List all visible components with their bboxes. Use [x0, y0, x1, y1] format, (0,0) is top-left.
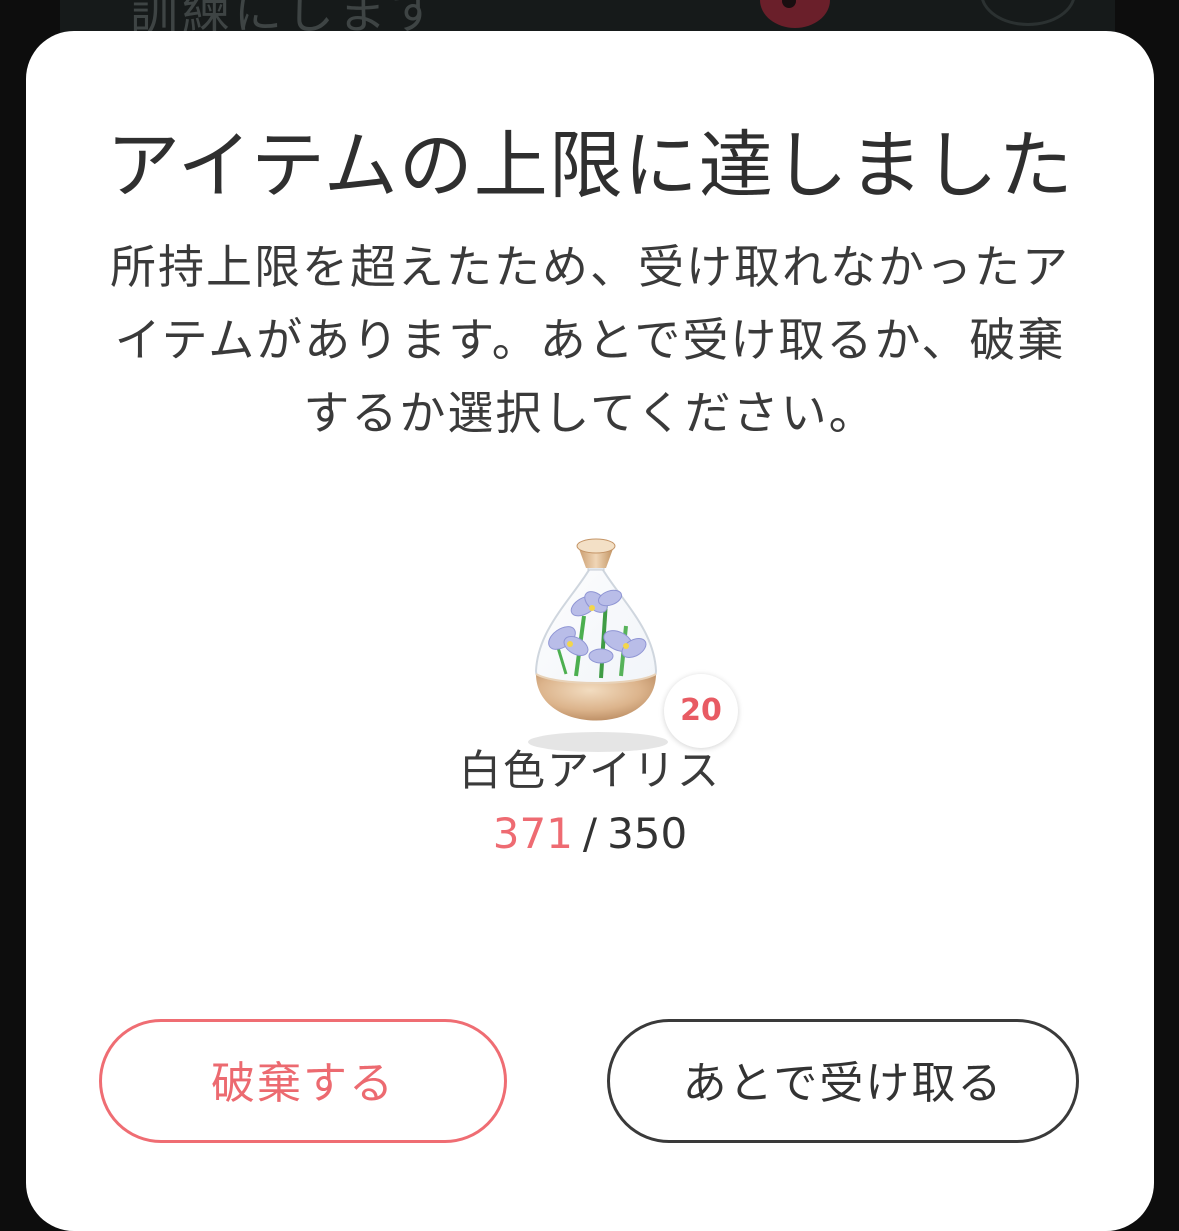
- item-inventory-count: 371/350: [26, 806, 1154, 862]
- item-name: 白色アイリス: [459, 746, 721, 795]
- dialog-message: 所持上限を超えたため、受け取れなかったアイテムがあります。あとで受け取るか、破棄…: [110, 240, 1070, 440]
- background-record-icon: [760, 0, 830, 28]
- item-limit-dialog: アイテムの上限に達しました 所持上限を超えたため、受け取れなかったアイテムがあり…: [26, 31, 1154, 1231]
- max-count: 350: [607, 809, 688, 858]
- discard-button[interactable]: 破棄する: [99, 1019, 507, 1143]
- item-count-badge: 20: [664, 674, 738, 748]
- receive-later-button[interactable]: あとで受け取る: [607, 1019, 1079, 1143]
- current-count: 371: [492, 809, 573, 858]
- background-circle-icon: [980, 0, 1076, 26]
- white-iris-bottle-icon: [528, 538, 668, 752]
- dialog-title: アイテムの上限に達しました: [106, 123, 1074, 209]
- count-separator: /: [582, 809, 598, 858]
